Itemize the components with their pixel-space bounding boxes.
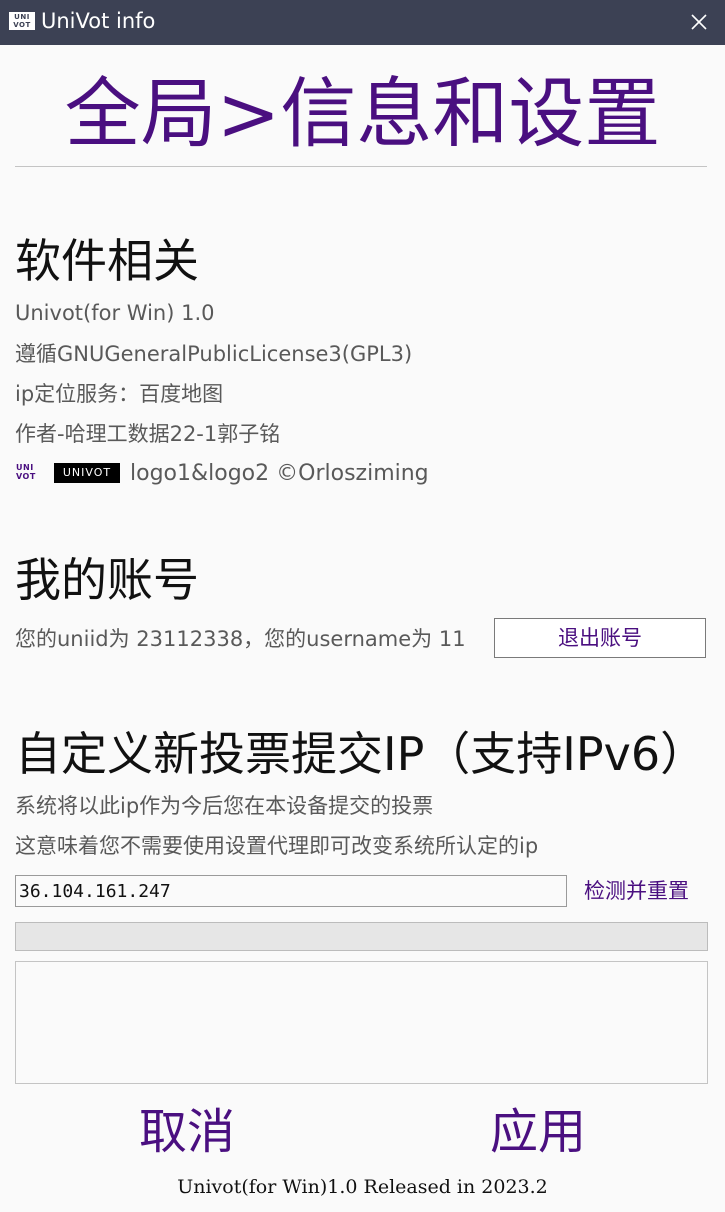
- univot-info-window: UNI VOT UniVot info 全局>信息和设置 软件相关 Univot…: [0, 0, 725, 1212]
- logo-credit: logo1&logo2 ©Orlosziming: [130, 461, 429, 486]
- detect-reset-button[interactable]: 检测并重置: [584, 876, 689, 906]
- title-divider: [15, 166, 707, 167]
- page-title: 全局>信息和设置: [64, 69, 661, 158]
- title-bar[interactable]: UNI VOT UniVot info: [0, 0, 725, 45]
- account-info: 您的uniid为 23112338，您的username为 11: [15, 627, 466, 651]
- apply-button[interactable]: 应用: [490, 1100, 586, 1164]
- footer-release-text: Univot(for Win)1.0 Released in 2023.2: [177, 1176, 548, 1198]
- log-textarea[interactable]: [15, 961, 708, 1084]
- ip-settings-desc-1: 系统将以此ip作为今后您在本设备提交的投票: [15, 794, 434, 818]
- ip-settings-heading: 自定义新投票提交IP（支持IPv6）: [15, 727, 707, 781]
- close-icon: [691, 14, 707, 30]
- ip-settings-desc-2: 这意味着您不需要使用设置代理即可改变系统所认定的ip: [15, 834, 539, 858]
- software-license: 遵循GNUGeneralPublicLicense3(GPL3): [15, 342, 413, 366]
- app-logo-icon: UNI VOT: [9, 12, 35, 30]
- ip-service-info: ip定位服务：百度地图: [15, 382, 224, 406]
- logo2-image: UNIVOT: [54, 463, 120, 483]
- logo1-image: UNI VOT: [16, 463, 36, 481]
- close-button[interactable]: [683, 7, 715, 37]
- ip-input[interactable]: [15, 875, 567, 907]
- software-heading: 软件相关: [15, 234, 199, 288]
- logout-button[interactable]: 退出账号: [494, 618, 706, 658]
- cancel-button[interactable]: 取消: [139, 1100, 235, 1164]
- account-heading: 我的账号: [15, 553, 199, 607]
- software-version: Univot(for Win) 1.0: [15, 301, 215, 325]
- window-title: UniVot info: [41, 9, 156, 33]
- progress-bar: [15, 922, 708, 951]
- author-info: 作者-哈理工数据22-1郭子铭: [15, 422, 281, 446]
